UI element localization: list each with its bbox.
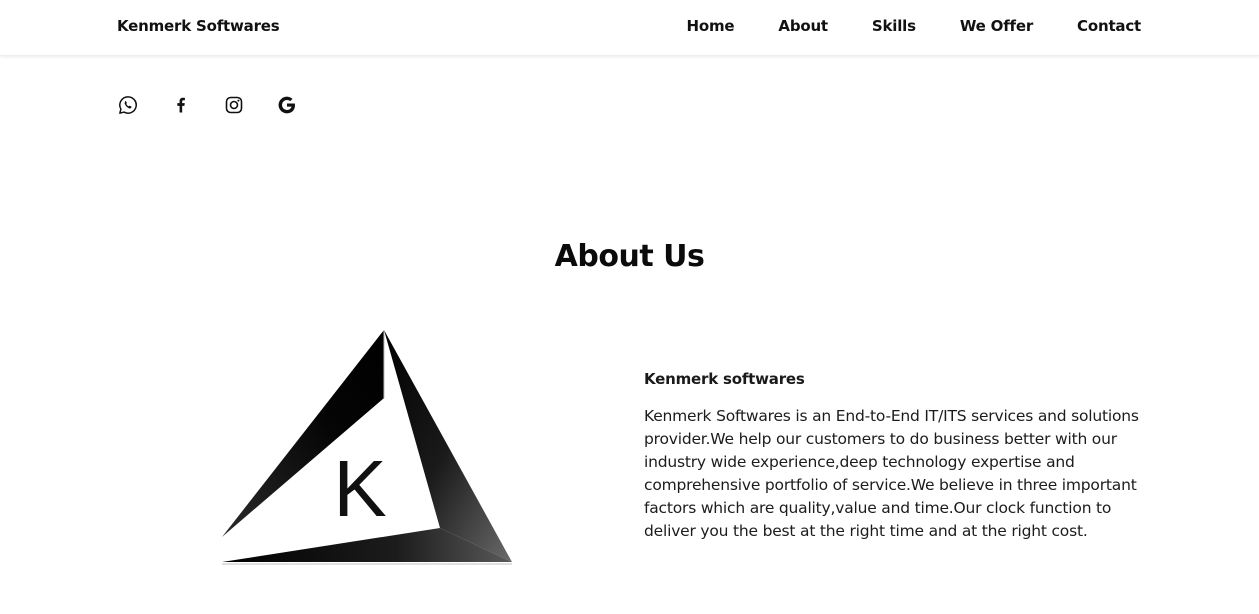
site-header: Kenmerk Softwares Home About Skills We O…	[0, 0, 1259, 56]
nav-item-about[interactable]: About	[778, 17, 828, 35]
nav-item-we-offer[interactable]: We Offer	[960, 17, 1033, 35]
facebook-icon[interactable]	[170, 94, 192, 116]
instagram-icon[interactable]	[223, 94, 245, 116]
google-icon[interactable]	[276, 94, 298, 116]
social-links	[117, 94, 329, 116]
nav-item-home[interactable]: Home	[687, 17, 735, 35]
logo-letter: K	[333, 444, 386, 533]
whatsapp-icon[interactable]	[117, 94, 139, 116]
main-nav: Home About Skills We Offer Contact	[643, 17, 1142, 35]
brand-logo-text[interactable]: Kenmerk Softwares	[117, 17, 280, 35]
about-heading: Kenmerk softwares	[644, 370, 805, 388]
company-logo: K	[222, 330, 512, 565]
nav-item-contact[interactable]: Contact	[1077, 17, 1141, 35]
about-content: Kenmerk softwares Kenmerk Softwares is a…	[644, 370, 1144, 543]
logo-right-edge	[384, 330, 512, 562]
about-description: Kenmerk Softwares is an End-to-End IT/IT…	[644, 407, 1139, 540]
nav-item-skills[interactable]: Skills	[872, 17, 916, 35]
section-title: About Us	[554, 239, 705, 274]
